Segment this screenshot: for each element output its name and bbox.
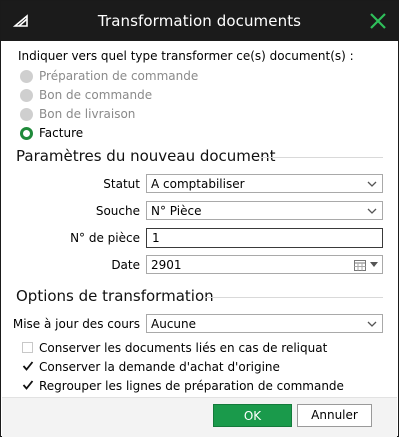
piece-number-value: 1 [152,231,160,245]
radio-label: Préparation de commande [39,69,199,83]
close-icon[interactable] [368,11,388,31]
souche-value: N° Pièce [151,204,202,218]
checkmark-icon[interactable] [22,360,34,372]
chevron-down-icon[interactable] [367,180,377,188]
ok-button[interactable]: OK [213,404,292,427]
title-bar[interactable]: Transformation documents [1,1,398,41]
date-label: Date [111,258,140,272]
checkbox-label: Conserver les documents liés en cas de r… [39,341,328,355]
checkbox-label: Regrouper les lignes de préparation de c… [39,379,344,393]
cours-label: Mise à jour des cours [12,317,140,331]
radio-label: Bon de commande [39,88,153,102]
section-title-options: Options de transformation [16,287,214,305]
chevron-down-icon[interactable] [367,207,377,215]
cours-value: Aucune [151,317,197,331]
chevron-down-icon[interactable] [370,262,378,268]
statut-value: A comptabiliser [151,177,245,191]
calendar-icon[interactable] [354,259,366,271]
chevron-down-icon[interactable] [367,320,377,328]
radio-label: Facture [39,126,84,140]
piece-label: N° de pièce [70,231,140,245]
radio-dot[interactable] [20,108,33,121]
checkbox-box[interactable] [22,342,33,353]
souche-select[interactable]: N° Pièce [146,201,383,220]
radio-dot[interactable] [20,89,33,102]
radio-dot[interactable] [20,70,33,83]
radio-label: Bon de livraison [39,107,136,121]
type-prompt: Indiquer vers quel type transformer ce(s… [18,49,354,63]
dialog-title: Transformation documents [97,12,302,30]
section-title-new-document: Paramètres du nouveau document [16,147,276,165]
cancel-button[interactable]: Annuler [297,404,372,427]
souche-label: Souche [95,204,140,218]
statut-select[interactable]: A comptabiliser [146,174,383,193]
section-divider [259,157,383,158]
cours-select[interactable]: Aucune [146,314,383,333]
statut-label: Statut [103,177,140,191]
date-value: 2901 [151,258,182,272]
dialog-window: Transformation documents Indiquer vers q… [0,0,399,437]
piece-number-input[interactable]: 1 [146,228,383,248]
section-divider [204,297,383,298]
checkmark-icon[interactable] [22,379,34,391]
checkbox-label: Conserver la demande d'achat d'origine [39,360,280,374]
date-input[interactable]: 2901 [146,255,383,274]
radio-dot-selected[interactable] [20,127,33,140]
